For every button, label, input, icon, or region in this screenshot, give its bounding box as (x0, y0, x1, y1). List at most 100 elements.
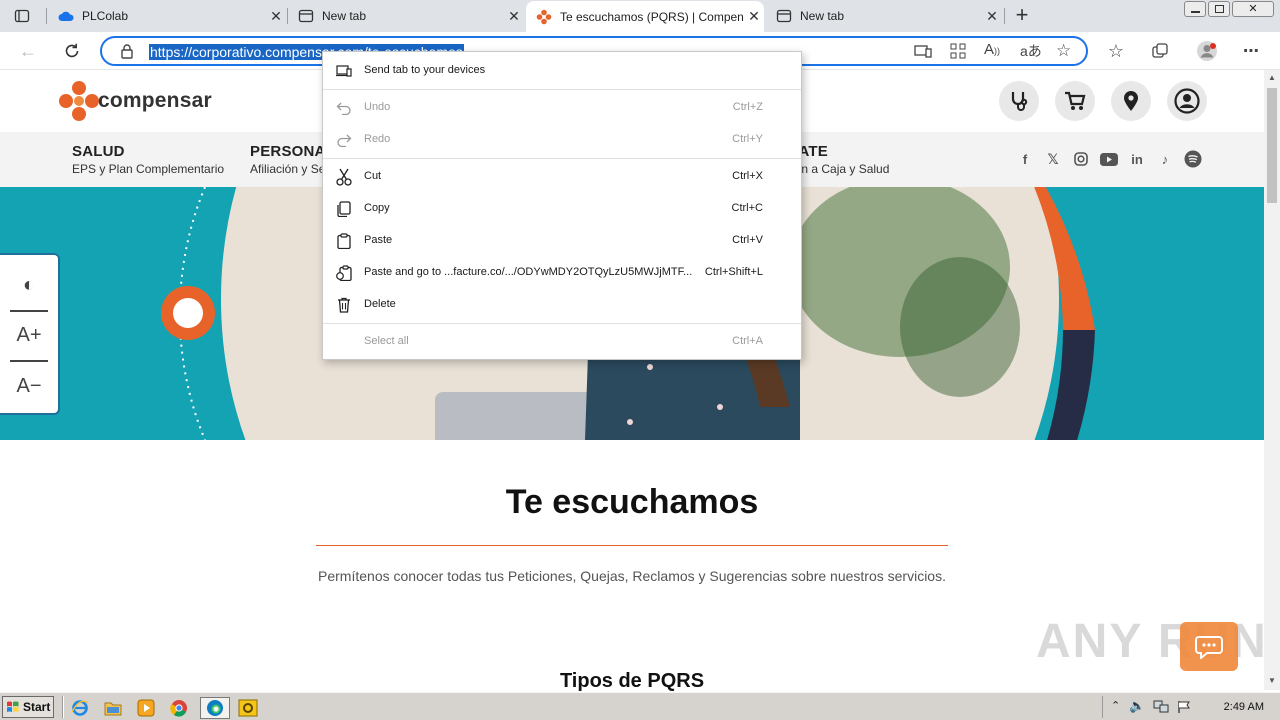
page-description: Permítenos conocer todas tus Peticiones,… (318, 568, 946, 584)
tab-title: New tab (322, 9, 367, 23)
chat-button[interactable] (1180, 622, 1238, 671)
menu-item-shortcut: Ctrl+C (731, 202, 763, 214)
profile-avatar[interactable] (1196, 40, 1218, 62)
windows-logo-icon (7, 701, 19, 712)
tab-new-2[interactable]: New tab ✕ (766, 2, 1002, 30)
menu-item-label: Select all (364, 335, 409, 347)
tab-title: Te escuchamos (PQRS) | Compensar (560, 9, 744, 24)
minimize-button[interactable] (1184, 1, 1206, 17)
youtube-icon[interactable] (1100, 151, 1118, 167)
menu-item-shortcut: Ctrl+X (732, 170, 763, 182)
facebook-icon[interactable]: f (1017, 151, 1033, 167)
close-tab-icon[interactable]: ✕ (266, 8, 286, 25)
menu-item-label: Redo (364, 133, 391, 145)
contrast-icon[interactable]: ◐ (10, 265, 48, 305)
menu-item-label: Undo (364, 101, 391, 113)
linkedin-icon[interactable]: in (1129, 151, 1145, 167)
menu-item-shortcut: Ctrl+A (732, 335, 763, 347)
translate-icon[interactable]: aあ (1020, 41, 1042, 61)
spotify-icon[interactable] (1184, 150, 1202, 168)
copy-icon (335, 200, 353, 218)
tab-title: New tab (800, 9, 845, 23)
menu-item-label: Delete (364, 298, 396, 310)
health-stethoscope-button[interactable] (999, 81, 1039, 121)
scissors-icon (335, 168, 353, 186)
menu-item-paste[interactable]: Paste Ctrl+V (323, 224, 801, 256)
cart-button[interactable] (1055, 81, 1095, 121)
network-icon[interactable] (1153, 700, 1169, 719)
lock-icon[interactable] (120, 43, 134, 64)
compensar-favicon-icon (536, 9, 552, 25)
menu-item-copy[interactable]: Copy Ctrl+C (323, 192, 801, 224)
favorites-icon[interactable]: ☆ (1105, 40, 1127, 62)
tab-plcolab[interactable]: PLColab ✕ (48, 2, 286, 30)
devices-icon (335, 62, 353, 80)
x-twitter-icon[interactable]: 𝕏 (1045, 151, 1061, 167)
tab-new-1[interactable]: New tab ✕ (288, 2, 524, 30)
location-pin-button[interactable] (1111, 81, 1151, 121)
decrease-text-button[interactable]: A− (10, 366, 48, 406)
menu-item-label: Paste (364, 234, 393, 246)
menu-item-label: Copy (364, 202, 390, 214)
menu-item-select-all[interactable]: Select all Ctrl+A (323, 325, 801, 357)
close-tab-icon[interactable]: ✕ (504, 8, 524, 25)
media-player-icon[interactable] (134, 697, 158, 719)
close-tab-icon[interactable]: ✕ (744, 8, 764, 25)
user-account-button[interactable] (1167, 81, 1207, 121)
read-aloud-icon[interactable]: A)) (984, 41, 1000, 58)
close-tab-icon[interactable]: ✕ (982, 8, 1002, 25)
menu-item-label: Paste and go to ...facture.co/.../ODYwMD… (364, 266, 693, 278)
cloud-icon (58, 8, 74, 24)
increase-text-button[interactable]: A+ (10, 315, 48, 355)
cast-icon[interactable] (914, 43, 932, 64)
settings-more-icon[interactable]: ⋯ (1240, 40, 1262, 62)
undo-icon (335, 99, 353, 117)
start-label: Start (23, 700, 51, 714)
start-button[interactable]: Start (2, 696, 54, 718)
page-icon (298, 8, 314, 24)
compensar-logo[interactable]: compensar (58, 80, 212, 122)
back-icon[interactable]: ← (17, 40, 39, 62)
menu-item-delete[interactable]: Delete (323, 288, 801, 320)
menu-item-redo[interactable]: Redo Ctrl+Y (323, 123, 801, 155)
taskbar: Start ⌃ 🔈 2:49 AM (0, 692, 1280, 720)
file-explorer-icon[interactable] (101, 697, 125, 719)
chrome-icon[interactable] (167, 697, 191, 719)
tray-expand-icon[interactable]: ⌃ (1111, 699, 1120, 712)
edge-icon[interactable] (200, 697, 230, 719)
menu-item-shortcut: Ctrl+Shift+L (704, 266, 763, 278)
nav-sub-label: EPS y Plan Complementario (72, 162, 225, 176)
context-menu: Send tab to your devices Undo Ctrl+Z Red… (322, 51, 802, 360)
menu-item-shortcut: Ctrl+V (732, 234, 763, 246)
chat-bubble-icon (1195, 635, 1223, 659)
menu-item-send-tab[interactable]: Send tab to your devices (323, 54, 801, 86)
scrollbar-thumb[interactable] (1267, 88, 1277, 203)
tiktok-icon[interactable]: ♪ (1157, 151, 1173, 167)
internet-explorer-icon[interactable] (68, 697, 92, 719)
page-title: Te escuchamos (505, 483, 759, 521)
collections-icon[interactable] (1149, 40, 1171, 62)
page-icon (776, 8, 792, 24)
tab-te-escuchamos[interactable]: Te escuchamos (PQRS) | Compensar ✕ (526, 1, 764, 32)
instagram-icon[interactable] (1073, 151, 1089, 167)
volume-icon[interactable]: 🔈 (1129, 698, 1145, 714)
add-favorite-icon[interactable]: ☆ (1056, 41, 1071, 61)
menu-item-cut[interactable]: Cut Ctrl+X (323, 160, 801, 192)
menu-item-label: Cut (364, 170, 382, 182)
close-window-button[interactable]: ✕ (1232, 1, 1274, 17)
new-tab-button[interactable]: + (1012, 3, 1032, 27)
apps-icon[interactable] (950, 43, 966, 64)
action-center-flag-icon[interactable] (1177, 700, 1191, 719)
menu-item-paste-and-go[interactable]: Paste and go to ...facture.co/.../ODYwMD… (323, 256, 801, 288)
taskbar-app-icon[interactable] (236, 697, 260, 719)
menu-item-shortcut: Ctrl+Z (732, 101, 763, 113)
tab-actions-icon[interactable] (14, 8, 30, 24)
maximize-button[interactable] (1208, 1, 1230, 17)
logo-text: compensar (98, 89, 212, 112)
refresh-icon[interactable] (61, 40, 83, 62)
nav-main-label: SALUD (72, 143, 125, 160)
menu-item-label: Send tab to your devices (364, 64, 486, 76)
nav-item-salud[interactable]: SALUD EPS y Plan Complementario (72, 143, 224, 176)
menu-item-undo[interactable]: Undo Ctrl+Z (323, 91, 801, 123)
trash-icon (335, 296, 353, 314)
